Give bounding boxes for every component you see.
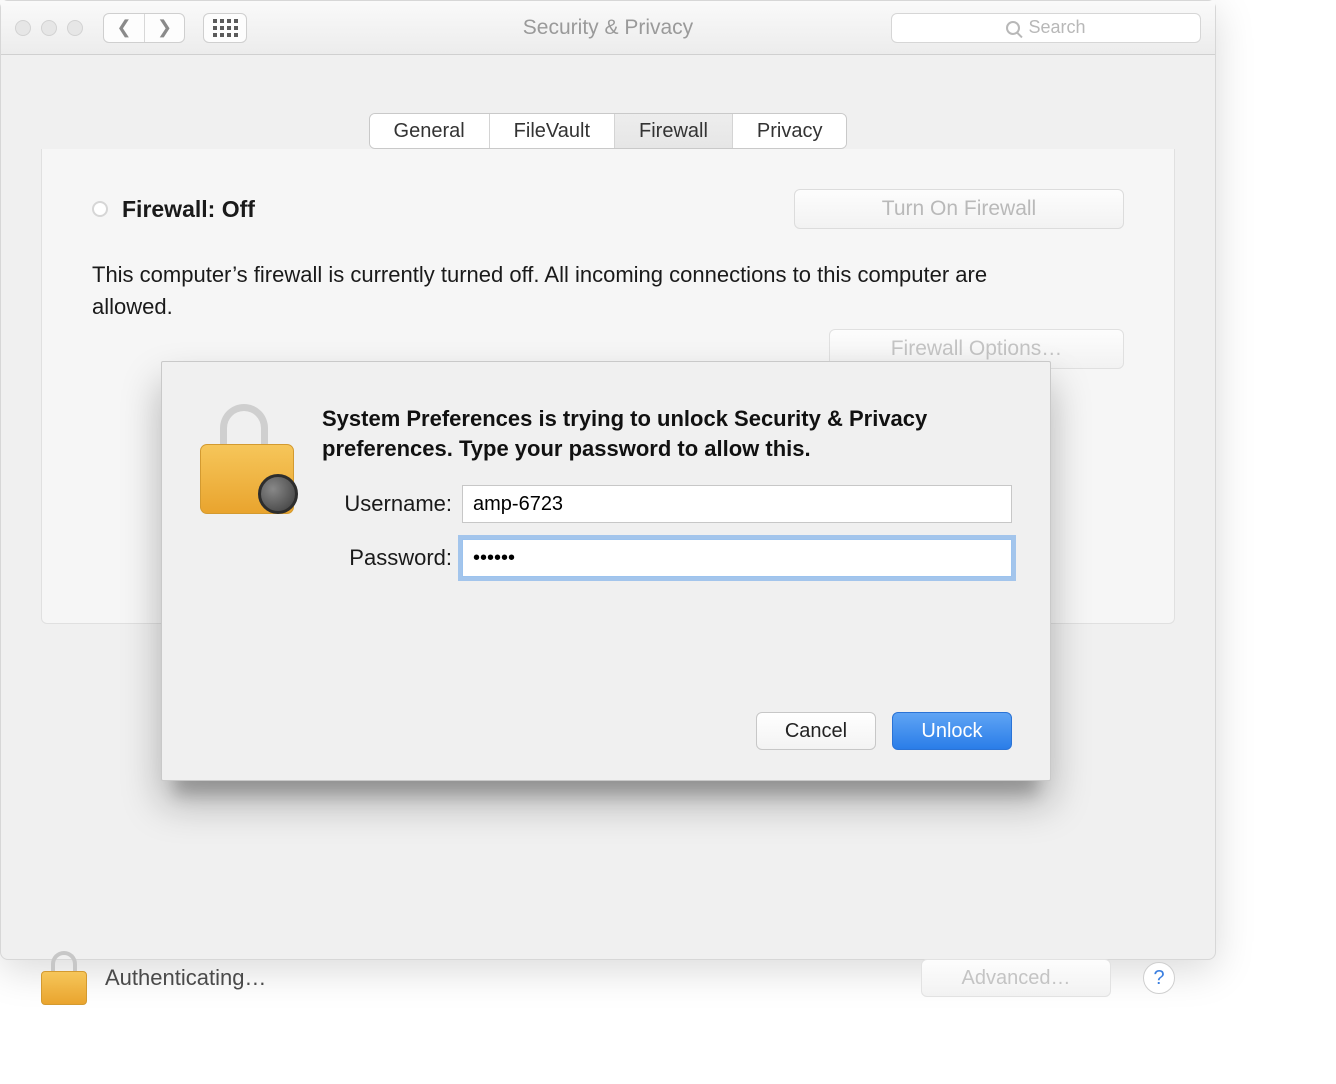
titlebar: ❮ ❯ Security & Privacy Search xyxy=(1,1,1215,55)
cancel-button[interactable]: Cancel xyxy=(756,712,876,750)
zoom-window-button[interactable] xyxy=(67,20,83,36)
search-icon xyxy=(1006,21,1020,35)
forward-button[interactable]: ❯ xyxy=(144,14,184,42)
auth-message: System Preferences is trying to unlock S… xyxy=(322,404,1012,463)
preferences-window: ❮ ❯ Security & Privacy Search General Fi… xyxy=(0,0,1216,960)
chevron-right-icon: ❯ xyxy=(157,17,172,38)
username-label: Username: xyxy=(322,491,462,517)
close-window-button[interactable] xyxy=(15,20,31,36)
window-controls xyxy=(15,20,83,36)
minimize-window-button[interactable] xyxy=(41,20,57,36)
username-field[interactable] xyxy=(462,485,1012,523)
search-field[interactable]: Search xyxy=(891,13,1201,43)
show-all-button[interactable] xyxy=(203,13,247,43)
nav-back-forward: ❮ ❯ xyxy=(103,13,185,43)
grid-icon xyxy=(213,19,238,37)
turn-on-firewall-button[interactable]: Turn On Firewall xyxy=(794,189,1124,229)
auth-dialog: System Preferences is trying to unlock S… xyxy=(161,361,1051,781)
password-label: Password: xyxy=(322,545,462,571)
help-button[interactable]: ? xyxy=(1143,962,1175,994)
firewall-description: This computer’s firewall is currently tu… xyxy=(92,259,1022,323)
firewall-status-label: Firewall: Off xyxy=(122,196,255,223)
lock-status-text: Authenticating… xyxy=(105,965,266,991)
password-field[interactable] xyxy=(462,539,1012,577)
security-lock-icon xyxy=(200,404,294,514)
tab-general[interactable]: General xyxy=(370,114,489,148)
footer-bar: Authenticating… Advanced… ? xyxy=(1,939,1215,1017)
tab-privacy[interactable]: Privacy xyxy=(732,114,847,148)
firewall-status-indicator xyxy=(92,201,108,217)
help-icon: ? xyxy=(1153,967,1164,990)
lock-icon[interactable] xyxy=(41,951,87,1005)
unlock-button[interactable]: Unlock xyxy=(892,712,1012,750)
tab-filevault[interactable]: FileVault xyxy=(489,114,614,148)
search-placeholder: Search xyxy=(1028,17,1085,38)
tab-bar: General FileVault Firewall Privacy xyxy=(1,113,1215,149)
advanced-button[interactable]: Advanced… xyxy=(921,959,1111,997)
tab-firewall[interactable]: Firewall xyxy=(614,114,732,148)
back-button[interactable]: ❮ xyxy=(104,14,144,42)
chevron-left-icon: ❮ xyxy=(116,17,131,38)
